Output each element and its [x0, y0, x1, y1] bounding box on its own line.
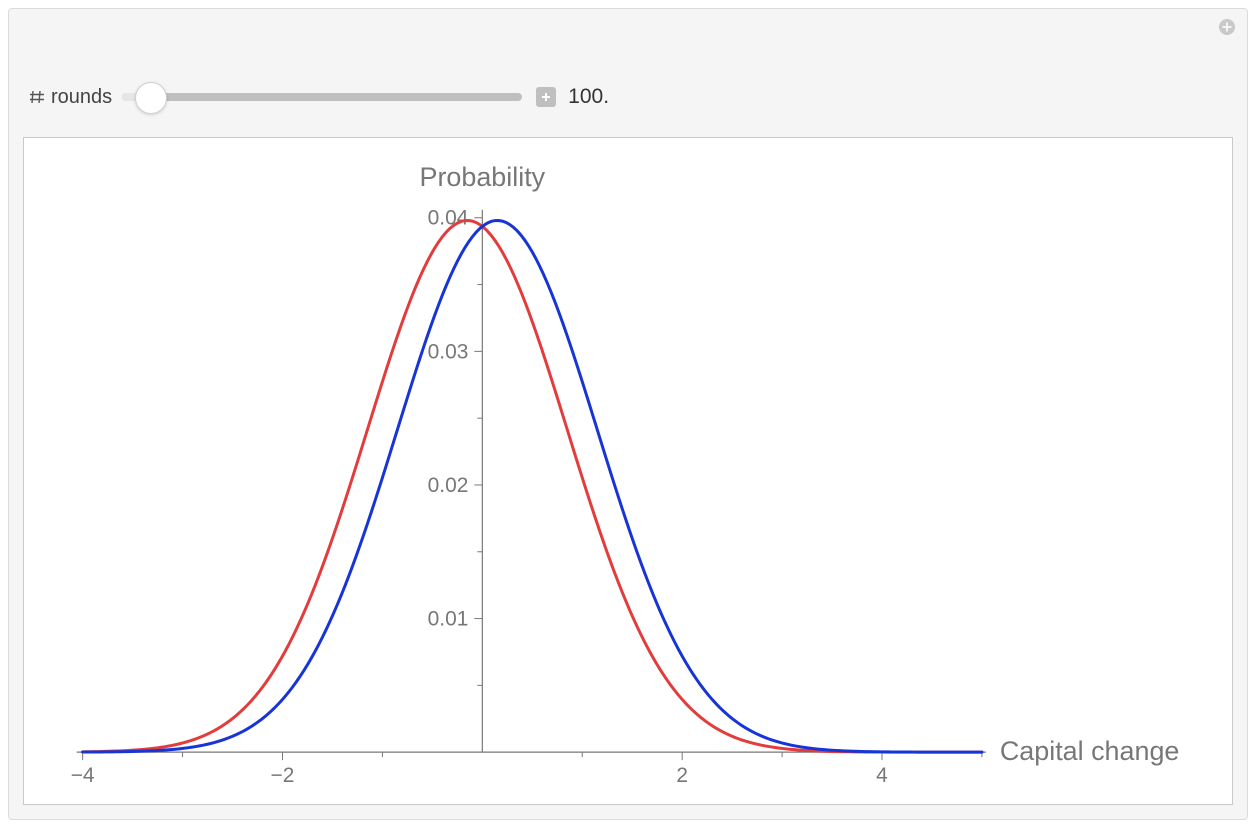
y-tick-label: 0.03 — [428, 340, 469, 363]
y-tick-label: 0.04 — [428, 207, 469, 230]
slider-more-button[interactable] — [536, 87, 556, 107]
slider-thumb[interactable] — [135, 82, 167, 114]
rounds-value: 100. — [568, 85, 609, 109]
hash-icon — [29, 89, 45, 105]
blue-curve — [83, 220, 982, 752]
plot-frame: −4 −2 2 4 0.01 0.02 0.03 0.04 Probability Capital… — [23, 137, 1233, 805]
x-tick-label: −4 — [71, 764, 95, 787]
x-tick-label: −2 — [271, 764, 295, 787]
probability-plot: −4 −2 2 4 0.01 0.02 0.03 0.04 Probability Capital… — [24, 138, 1232, 804]
red-curve — [83, 220, 982, 752]
x-tick-label: 4 — [876, 764, 888, 787]
x-axis-title: Capital change — [1000, 736, 1180, 766]
y-tick-label: 0.02 — [428, 474, 469, 497]
rounds-slider[interactable] — [122, 93, 522, 101]
expand-icon[interactable] — [1217, 17, 1237, 37]
controls-row: rounds 100. — [29, 67, 1227, 127]
rounds-label-text: rounds — [51, 86, 112, 109]
rounds-label: rounds — [29, 86, 112, 109]
x-tick-label: 2 — [676, 764, 688, 787]
y-axis-title: Probability — [420, 162, 546, 192]
y-tick-label: 0.01 — [428, 608, 469, 631]
manipulate-panel: rounds 100. −4 −2 2 4 0.01 0.02 0.03 0.04 Probab… — [8, 8, 1248, 820]
